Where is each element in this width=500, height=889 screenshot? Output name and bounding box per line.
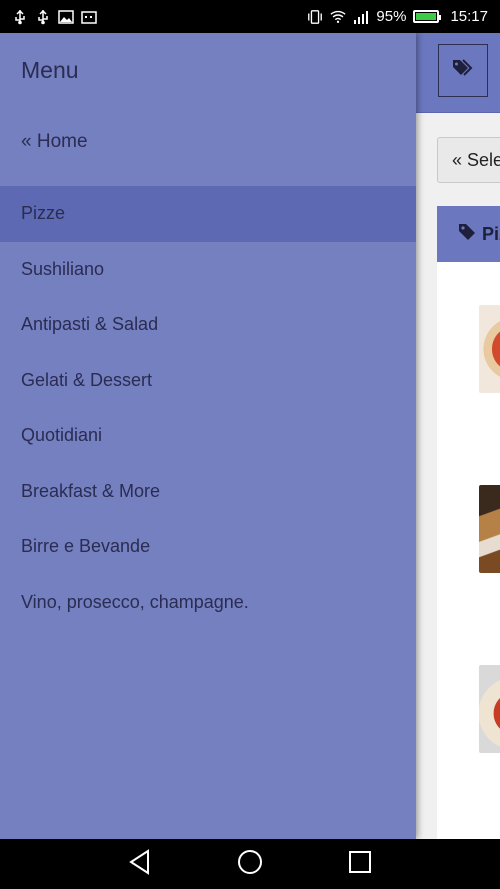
menu-item-quotidiani[interactable]: Quotidiani — [0, 408, 416, 464]
menu-item-pizze[interactable]: Pizze — [0, 186, 416, 242]
product-image[interactable] — [479, 305, 500, 393]
product-image[interactable] — [479, 485, 500, 573]
tags-icon — [452, 59, 474, 82]
main-header — [416, 33, 500, 113]
status-bar-left — [12, 9, 97, 25]
home-link[interactable]: « Home — [21, 131, 88, 153]
vibrate-icon — [307, 9, 323, 25]
system-navigation-bar — [0, 839, 500, 889]
menu-item-breakfast-more[interactable]: Breakfast & More — [0, 464, 416, 520]
tags-button[interactable] — [438, 44, 488, 97]
home-button[interactable] — [230, 844, 270, 884]
status-bar-right: 95% 15:17 — [307, 8, 488, 25]
product-list — [437, 262, 500, 839]
menu-item-antipasti-salad[interactable]: Antipasti & Salad — [0, 297, 416, 353]
calendar-icon — [81, 9, 97, 25]
usb-icon — [12, 9, 28, 25]
tag-icon — [458, 223, 476, 246]
wifi-icon — [330, 9, 347, 25]
navigation-drawer: Menu « Home Pizze Sushiliano Antipasti &… — [0, 33, 416, 839]
menu-list: Pizze Sushiliano Antipasti & Salad Gelat… — [0, 186, 416, 630]
signal-icon — [353, 9, 369, 25]
main-body: « Sele Piz — [416, 113, 500, 839]
main-content: « Sele Piz — [416, 33, 500, 839]
select-category-button[interactable]: « Sele — [437, 137, 500, 183]
recents-button[interactable] — [340, 844, 380, 884]
back-button[interactable] — [120, 844, 160, 884]
menu-item-sushiliano[interactable]: Sushiliano — [0, 242, 416, 298]
battery-percent: 95% — [376, 8, 407, 25]
image-icon — [58, 9, 74, 25]
product-image[interactable] — [479, 665, 500, 753]
menu-item-birre-bevande[interactable]: Birre e Bevande — [0, 519, 416, 575]
category-header: Piz — [437, 206, 500, 262]
back-icon — [128, 848, 152, 880]
menu-item-vino[interactable]: Vino, prosecco, champagne. — [0, 575, 416, 631]
category-header-label: Piz — [482, 223, 500, 244]
status-bar: 95% 15:17 — [0, 0, 500, 33]
usb-icon — [35, 9, 51, 25]
menu-item-gelati-dessert[interactable]: Gelati & Dessert — [0, 353, 416, 409]
home-icon — [237, 849, 263, 880]
clock: 15:17 — [450, 8, 488, 25]
battery-icon — [413, 10, 442, 23]
recents-icon — [348, 850, 372, 879]
drawer-title: Menu — [21, 57, 79, 83]
